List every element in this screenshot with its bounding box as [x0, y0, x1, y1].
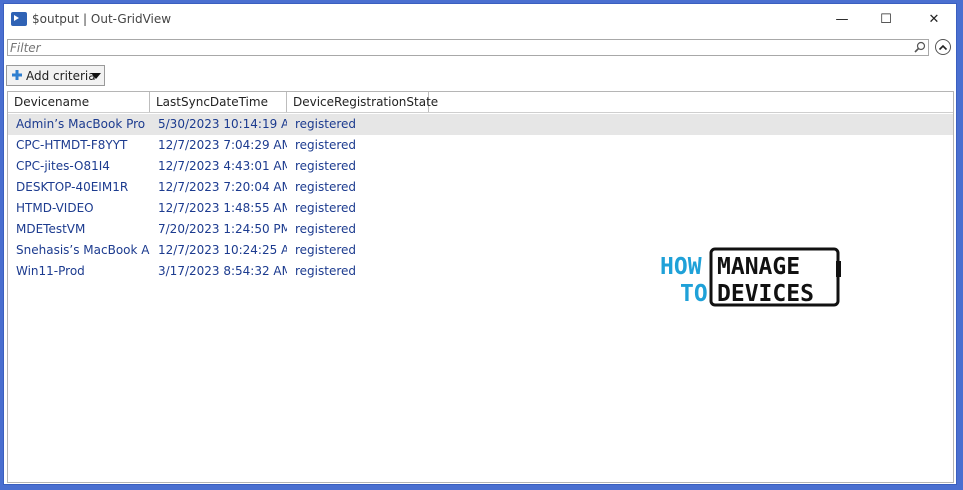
cell-state: registered — [295, 264, 357, 278]
powershell-icon — [11, 12, 27, 26]
howtomanagedevices-logo: HOW TO MANAGE DEVICES — [660, 247, 841, 307]
out-gridview-window: $output | Out-GridView — ☐ ✕ Add criteri… — [3, 3, 957, 485]
cell-devicename: CPC-HTMDT-F8YYT — [16, 138, 128, 152]
cell-lastsync: 12/7/2023 10:24:25 AM — [158, 243, 287, 257]
cell-devicename: Snehasis’s MacBook Air — [16, 243, 150, 257]
cell-lastsync: 12/7/2023 1:48:55 AM — [158, 201, 287, 215]
cell-state: registered — [295, 117, 357, 131]
add-criteria-button[interactable]: Add criteria — [6, 65, 105, 86]
logo-device-button — [836, 261, 841, 277]
column-header-deviceregistrationstate[interactable]: DeviceRegistrationState — [287, 92, 438, 112]
chevron-up-icon — [938, 44, 948, 51]
cell-lastsync: 12/7/2023 4:43:01 AM — [158, 159, 287, 173]
plus-icon — [12, 70, 22, 80]
logo-to: TO — [680, 281, 708, 307]
search-icon[interactable] — [914, 41, 926, 53]
logo-devices: DEVICES — [717, 281, 814, 307]
column-header-devicename[interactable]: Devicename — [8, 92, 150, 112]
table-row[interactable]: DESKTOP-40EIM1R 12/7/2023 7:20:04 AM reg… — [8, 177, 953, 198]
cell-lastsync: 12/7/2023 7:04:29 AM — [158, 138, 287, 152]
cell-state: registered — [295, 243, 357, 257]
column-header-lastsyncdatetime[interactable]: LastSyncDateTime — [150, 92, 287, 112]
maximize-button[interactable]: ☐ — [866, 10, 906, 30]
grid-header: Devicename LastSyncDateTime DeviceRegist… — [8, 92, 953, 113]
table-row[interactable]: MDETestVM 7/20/2023 1:24:50 PM registere… — [8, 219, 953, 240]
cell-state: registered — [295, 159, 357, 173]
cell-lastsync: 12/7/2023 7:20:04 AM — [158, 180, 287, 194]
cell-devicename: CPC-jites-O81I4 — [16, 159, 110, 173]
table-row[interactable]: HTMD-VIDEO 12/7/2023 1:48:55 AM register… — [8, 198, 953, 219]
title-bar[interactable]: $output | Out-GridView — ☐ ✕ — [4, 4, 956, 36]
cell-lastsync: 7/20/2023 1:24:50 PM — [158, 222, 287, 236]
cell-lastsync: 5/30/2023 10:14:19 AM — [158, 117, 287, 131]
add-criteria-label: Add criteria — [26, 69, 96, 83]
cell-devicename: Admin’s MacBook Pro — [16, 117, 146, 131]
collapse-filter-button[interactable] — [935, 39, 951, 55]
filter-box[interactable] — [7, 39, 929, 56]
cell-devicename: Win11-Prod — [16, 264, 85, 278]
logo-manage: MANAGE — [717, 254, 800, 280]
window-title: $output | Out-GridView — [32, 12, 172, 26]
close-button[interactable]: ✕ — [914, 10, 954, 30]
cell-state: registered — [295, 222, 357, 236]
cell-state: registered — [295, 180, 357, 194]
cell-state: registered — [295, 138, 357, 152]
table-row[interactable]: Admin’s MacBook Pro 5/30/2023 10:14:19 A… — [8, 114, 953, 135]
cell-lastsync: 3/17/2023 8:54:32 AM — [158, 264, 287, 278]
table-row[interactable]: CPC-jites-O81I4 12/7/2023 4:43:01 AM reg… — [8, 156, 953, 177]
minimize-button[interactable]: — — [822, 10, 862, 30]
dropdown-arrow-icon — [91, 73, 101, 79]
table-row[interactable]: CPC-HTMDT-F8YYT 12/7/2023 7:04:29 AM reg… — [8, 135, 953, 156]
logo-how: HOW — [660, 254, 702, 280]
cell-devicename: DESKTOP-40EIM1R — [16, 180, 129, 194]
filter-input[interactable] — [10, 40, 890, 55]
cell-state: registered — [295, 201, 357, 215]
cell-devicename: HTMD-VIDEO — [16, 201, 94, 215]
cell-devicename: MDETestVM — [16, 222, 86, 236]
